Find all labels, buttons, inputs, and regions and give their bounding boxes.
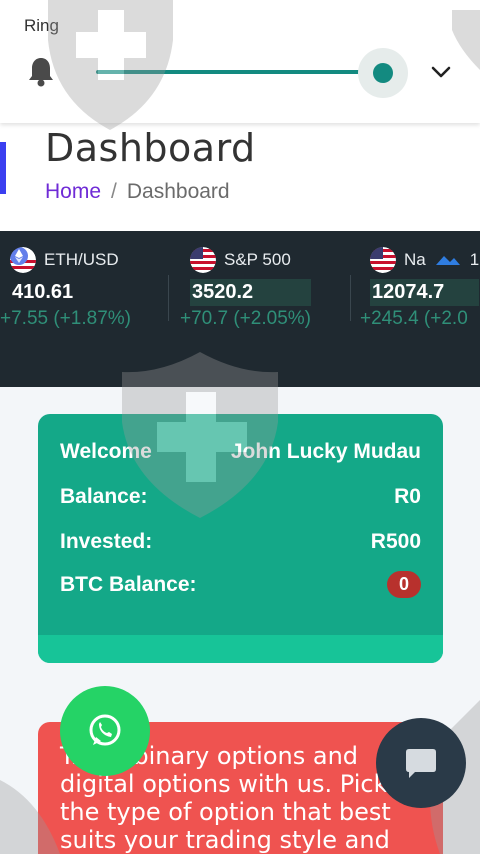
ticker-symbol: ETH/USD xyxy=(44,250,119,269)
ticker-symbol: Na xyxy=(404,250,426,269)
ticker-price: 12074.7 xyxy=(370,279,480,306)
user-name: John Lucky Mudau xyxy=(230,440,421,463)
whatsapp-icon xyxy=(89,714,121,746)
cloud-icon xyxy=(435,256,460,265)
us-flag-icon xyxy=(190,247,216,273)
ticker-change: +245.4 (+2.0 xyxy=(360,308,468,329)
ticker-symbol: S&P 500 xyxy=(224,250,291,269)
page-title: Dashboard xyxy=(45,126,256,170)
welcome-card: Welcome John Lucky Mudau Balance: R0 Inv… xyxy=(38,414,443,663)
btc-row: BTC Balance: 0 xyxy=(60,571,421,598)
ring-slider-track[interactable] xyxy=(96,70,384,74)
welcome-label: Welcome xyxy=(60,440,152,463)
ticker-extra: 1 xyxy=(469,250,480,269)
whatsapp-button[interactable] xyxy=(60,686,150,776)
ticker-divider xyxy=(168,275,169,321)
top-bar: Ring xyxy=(0,0,480,123)
ticker-price: 410.61 xyxy=(12,281,74,303)
ticker-change: +7.55 (+1.87%) xyxy=(0,308,131,329)
breadcrumb-separator: / xyxy=(111,180,117,203)
ticker-item[interactable]: ETH/USD 410.61 +7.55 (+1.87%) xyxy=(0,245,131,330)
breadcrumb-current: Dashboard xyxy=(126,180,230,203)
welcome-row: Welcome John Lucky Mudau xyxy=(60,440,421,464)
breadcrumb-home-link[interactable]: Home xyxy=(45,180,101,204)
balance-label: Balance: xyxy=(60,485,148,508)
btc-badge: 0 xyxy=(386,571,421,598)
bell-icon[interactable] xyxy=(27,56,55,88)
invested-value: R500 xyxy=(370,530,421,553)
market-ticker[interactable]: ETH/USD 410.61 +7.55 (+1.87%) S&P 500 35… xyxy=(0,231,480,387)
card-footer-strip xyxy=(38,635,443,663)
us-flag-icon xyxy=(370,247,396,273)
chat-button[interactable] xyxy=(376,718,466,808)
invested-label: Invested: xyxy=(60,530,153,553)
eth-flag-icon xyxy=(10,247,36,273)
btc-label: BTC Balance: xyxy=(60,572,197,596)
ticker-item[interactable]: Na 1 12074.7 +245.4 (+2.0 xyxy=(360,245,480,330)
ticker-item[interactable]: S&P 500 3520.2 +70.7 (+2.05%) xyxy=(180,245,311,330)
balance-row: Balance: R0 xyxy=(60,485,421,509)
ring-slider-knob[interactable] xyxy=(373,63,393,83)
ticker-price: 3520.2 xyxy=(190,279,311,306)
invested-row: Invested: R500 xyxy=(60,530,421,554)
breadcrumb: Home / Dashboard xyxy=(45,180,230,204)
accent-bar xyxy=(0,142,6,194)
ticker-divider xyxy=(350,275,351,321)
ticker-change: +70.7 (+2.05%) xyxy=(180,308,311,329)
balance-value: R0 xyxy=(394,485,421,508)
ring-label: Ring xyxy=(24,16,59,35)
chevron-down-icon[interactable] xyxy=(430,64,452,80)
chat-bubble-icon xyxy=(406,749,436,778)
